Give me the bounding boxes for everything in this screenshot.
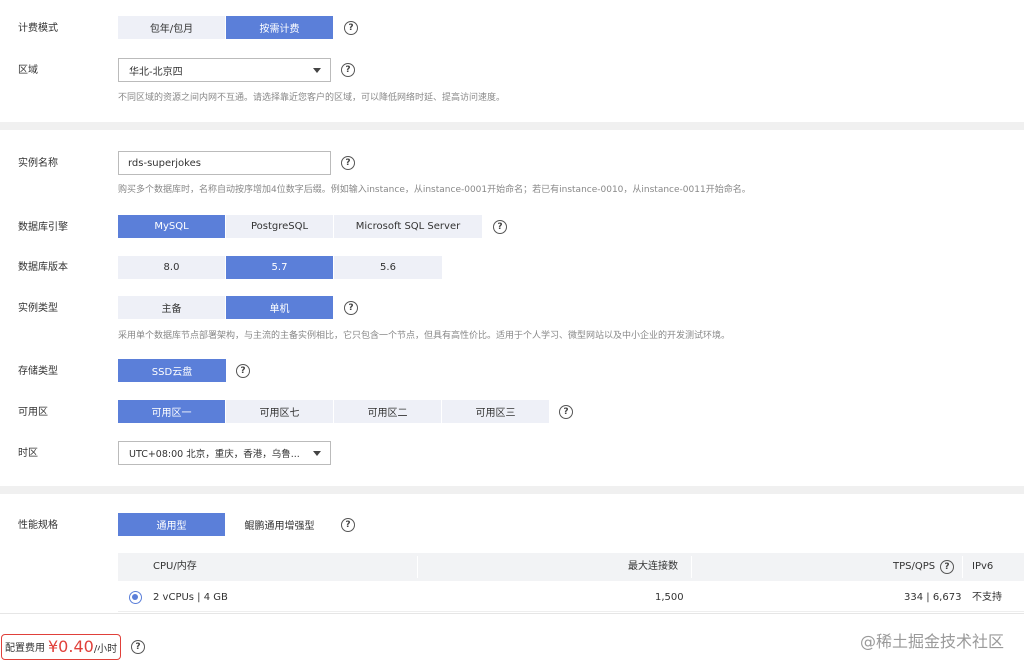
- spec-option-kunpeng[interactable]: 鲲鹏通用增强型: [226, 513, 334, 536]
- engine-selector: MySQL PostgreSQL Microsoft SQL Server: [118, 215, 482, 238]
- instance-name-hint: 购买多个数据库时，名称自动按序增加4位数字后缀。例如输入instance，从in…: [118, 185, 751, 195]
- engine-label: 数据库引擎: [18, 222, 68, 233]
- storage-selector: SSD云盘: [118, 359, 226, 382]
- price-help-icon[interactable]: ?: [131, 640, 145, 654]
- chevron-down-icon: [313, 68, 321, 73]
- billing-option-yearly[interactable]: 包年/包月: [118, 16, 226, 39]
- section-divider: [0, 486, 1024, 494]
- spec-help-icon[interactable]: ?: [341, 518, 355, 532]
- instance-type-option-single[interactable]: 单机: [226, 296, 334, 319]
- region-select-value: 华北-北京四: [129, 66, 183, 78]
- instance-type-label: 实例类型: [18, 303, 58, 314]
- engine-option-sqlserver[interactable]: Microsoft SQL Server: [334, 215, 482, 238]
- price-label: 配置费用: [5, 643, 45, 654]
- instance-name-label: 实例名称: [18, 158, 58, 169]
- timezone-select[interactable]: UTC+08:00 北京，重庆，香港，乌鲁...: [118, 441, 331, 465]
- billing-option-ondemand[interactable]: 按需计费: [226, 16, 334, 39]
- az-option-3[interactable]: 可用区三: [442, 400, 549, 423]
- price-unit: /小时: [93, 644, 118, 655]
- cell-cpu-mem: 2 vCPUs | 4 GB: [153, 592, 228, 603]
- engine-option-postgresql[interactable]: PostgreSQL: [226, 215, 334, 238]
- spec-row-radio[interactable]: [129, 591, 142, 604]
- price-value: ¥0.40: [48, 637, 94, 656]
- version-option-5-7[interactable]: 5.7: [226, 256, 334, 279]
- region-select[interactable]: 华北-北京四: [118, 58, 331, 82]
- instance-type-option-ha[interactable]: 主备: [118, 296, 226, 319]
- table-row[interactable]: 2 vCPUs | 4 GB 1,500 334 | 6,673 不支持: [118, 584, 1024, 612]
- region-hint: 不同区域的资源之间内网不互通。请选择靠近您客户的区域，可以降低网络时延、提高访问…: [118, 93, 506, 103]
- col-header-max-conn: 最大连接数: [628, 561, 678, 572]
- spec-table-header: CPU/内存 最大连接数 TPS/QPS ? IPv6: [118, 553, 1024, 581]
- cell-ipv6: 不支持: [972, 592, 1002, 603]
- spec-option-general[interactable]: 通用型: [118, 513, 226, 536]
- engine-help-icon[interactable]: ?: [493, 220, 507, 234]
- storage-help-icon[interactable]: ?: [236, 364, 250, 378]
- version-option-5-6[interactable]: 5.6: [334, 256, 442, 279]
- instance-name-value: rds-superjokes: [128, 157, 201, 169]
- cell-max-conn: 1,500: [655, 592, 684, 603]
- instance-name-input[interactable]: rds-superjokes: [118, 151, 331, 175]
- billing-mode-selector: 包年/包月 按需计费: [118, 16, 334, 39]
- price-box: 配置费用 ¥0.40 /小时: [1, 634, 122, 660]
- instance-name-help-icon[interactable]: ?: [341, 156, 355, 170]
- timezone-label: 时区: [18, 448, 38, 459]
- spec-label: 性能规格: [18, 520, 58, 531]
- engine-option-mysql[interactable]: MySQL: [118, 215, 226, 238]
- version-option-8-0[interactable]: 8.0: [118, 256, 226, 279]
- storage-option-ssd[interactable]: SSD云盘: [118, 359, 226, 382]
- region-help-icon[interactable]: ?: [341, 63, 355, 77]
- col-header-tps-qps: TPS/QPS: [893, 561, 936, 572]
- timezone-select-value: UTC+08:00 北京，重庆，香港，乌鲁...: [129, 449, 300, 460]
- az-help-icon[interactable]: ?: [559, 405, 573, 419]
- az-label: 可用区: [18, 407, 48, 418]
- tps-help-icon[interactable]: ?: [940, 560, 954, 574]
- billing-region-section: 计费模式 包年/包月 按需计费 ? 区域 华北-北京四 ? 不同区域的资源之间内…: [0, 0, 1024, 122]
- instance-type-help-icon[interactable]: ?: [344, 301, 358, 315]
- region-label: 区域: [18, 65, 38, 76]
- section-divider: [0, 122, 1024, 130]
- column-divider: [962, 556, 963, 578]
- col-header-cpu-mem: CPU/内存: [153, 561, 197, 572]
- billing-help-icon[interactable]: ?: [344, 21, 358, 35]
- az-option-7[interactable]: 可用区七: [226, 400, 334, 423]
- instance-type-hint: 采用单个数据库节点部署架构，与主流的主备实例相比，它只包含一个节点，但具有高性价…: [118, 331, 731, 341]
- version-selector: 8.0 5.7 5.6: [118, 256, 442, 279]
- column-divider: [691, 556, 692, 578]
- billing-mode-label: 计费模式: [18, 23, 58, 34]
- price-footer: 配置费用 ¥0.40 /小时 ? @稀土掘金技术社区: [0, 613, 1024, 667]
- cell-tps-qps: 334 | 6,673: [904, 592, 962, 603]
- az-option-1[interactable]: 可用区一: [118, 400, 226, 423]
- spec-selector: 通用型 鲲鹏通用增强型: [118, 513, 334, 536]
- chevron-down-icon: [313, 451, 321, 456]
- az-selector: 可用区一 可用区七 可用区二 可用区三: [118, 400, 549, 423]
- column-divider: [417, 556, 418, 578]
- instance-type-selector: 主备 单机: [118, 296, 334, 319]
- az-option-2[interactable]: 可用区二: [334, 400, 442, 423]
- version-label: 数据库版本: [18, 262, 68, 273]
- col-header-ipv6: IPv6: [972, 561, 994, 572]
- watermark: @稀土掘金技术社区: [859, 632, 1004, 651]
- storage-label: 存储类型: [18, 366, 58, 377]
